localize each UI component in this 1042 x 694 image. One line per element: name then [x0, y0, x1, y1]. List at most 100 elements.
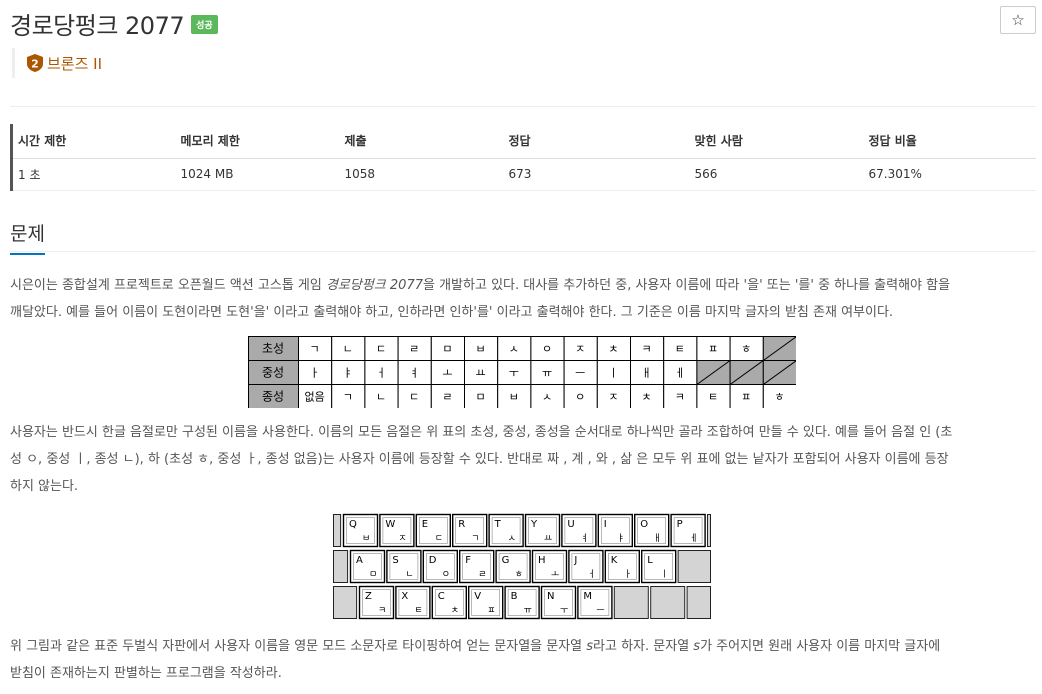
key-english-letter: F: [465, 555, 471, 566]
jamo-letter: ㄹ: [409, 343, 419, 356]
keyboard-filler-key: [686, 586, 712, 619]
jamo-letter: ㄱ: [343, 391, 353, 404]
status-badge: 성공: [191, 14, 218, 34]
key-korean-letter: ㅠ: [524, 606, 532, 616]
key-english-letter: C: [438, 591, 445, 602]
header-accepted: 정답: [503, 124, 690, 159]
key-korean-letter: ㅊ: [451, 606, 459, 616]
key-english-letter: M: [583, 591, 592, 602]
jamo-letter: ㅍ: [741, 391, 751, 404]
paragraph-line: 위 그림과 같은 표준 두벌식 자판에서 사용자 이름을 영문 모드 소문자로 …: [10, 633, 1036, 660]
key-korean-letter: ㅔ: [690, 533, 698, 544]
problem-paragraph-3: 위 그림과 같은 표준 두벌식 자판에서 사용자 이름을 영문 모드 소문자로 …: [10, 633, 1036, 687]
key-korean-letter: ㄹ: [478, 570, 486, 580]
jamo-letter: ㄷ: [409, 391, 419, 404]
jamo-row-label: 초성: [262, 342, 284, 356]
jamo-letter: ㅠ: [542, 367, 552, 380]
keyboard-filler-key: [613, 586, 649, 619]
jamo-table-svg: 초성 ㄱㄴㄷㄹㅁㅂㅅㅇㅈㅊㅋㅌㅍㅎ중성 ㅏㅑㅓㅕㅗㅛㅜㅠㅡㅣㅐㅔ종성 없음 ㄱㄴㄷㄹㅁㅂ…: [248, 336, 797, 409]
problem-info-table: 시간 제한 메모리 제한 제출 정답 맞힌 사람 정답 비율 1 초 1024 …: [10, 124, 1036, 191]
jamo-letter: ㄴ: [343, 343, 353, 356]
title-row: 경로당펑크 2077 성공: [10, 6, 218, 40]
jamo-letter: ㅓ: [376, 367, 386, 380]
key-english-letter: I: [604, 519, 607, 530]
key-korean-letter: ㅡ: [596, 606, 604, 616]
header-memory-limit: 메모리 제한: [175, 124, 340, 159]
key-korean-letter: ㅐ: [653, 533, 661, 544]
key-korean-letter: ㄱ: [471, 534, 479, 544]
jamo-letter: ㅋ: [675, 391, 685, 404]
header-solvers: 맞힌 사람: [689, 124, 864, 159]
star-button[interactable]: ☆: [1000, 6, 1036, 34]
problem-paragraph-1: 시은이는 종합설계 프로젝트로 오픈월드 액션 고스톱 게임 경로당펑크 207…: [10, 272, 1036, 326]
jamo-letter: ㄱ: [310, 343, 320, 356]
jamo-letter: ㅌ: [708, 391, 718, 404]
key-english-letter: P: [677, 519, 683, 530]
key-english-letter: V: [474, 591, 481, 602]
value-accept-ratio: 67.301%: [863, 158, 1036, 191]
value-accepted: 673: [503, 158, 690, 191]
jamo-letter: ㅅ: [509, 343, 519, 356]
key-english-letter: K: [611, 555, 618, 566]
value-submissions: 1058: [339, 158, 504, 191]
key-korean-letter: ㅍ: [487, 606, 495, 616]
jamo-letter: ㅐ: [642, 367, 652, 380]
key-korean-letter: ㅕ: [580, 533, 588, 544]
text-span: 라고 하자. 문자열: [593, 639, 694, 654]
tier-label[interactable]: 브론즈 II: [47, 53, 102, 74]
problem-section-header: 문제: [10, 216, 1036, 255]
info-value-row: 1 초 1024 MB 1058 673 566 67.301%: [11, 158, 1036, 191]
header-time-limit: 시간 제한: [11, 124, 176, 159]
paragraph-line: 시은이는 종합설계 프로젝트로 오픈월드 액션 고스톱 게임 경로당펑크 207…: [10, 272, 1036, 299]
key-korean-letter: ㅇ: [442, 570, 450, 580]
keyboard-svg: Qㅂ Wㅈ Eㄷ Rㄱ Tㅅ Yㅛ Uㅕ Iㅑ Oㅐ Pㅔ Aㅁ Sㄴ Dㅇ Fㄹ Gㅎ Hㅗ Jㅓ Kㅏ Lㅣ Zㅋ…: [333, 513, 712, 620]
key-korean-letter: ㅎ: [515, 570, 523, 580]
jamo-table: 초성 ㄱㄴㄷㄹㅁㅂㅅㅇㅈㅊㅋㅌㅍㅎ 중성 ㅏㅑㅓㅕㅗㅛㅜㅠㅡㅣㅐㅔ 종성 없음 ㄱㄴㄷㄹㅁㅂ…: [248, 336, 797, 409]
key-korean-letter: ㅓ: [587, 569, 595, 580]
key-english-letter: H: [538, 555, 546, 566]
jamo-letter: ㅕ: [409, 367, 419, 380]
star-icon: ☆: [1011, 11, 1025, 29]
key-korean-letter: ㅣ: [660, 570, 668, 580]
key-korean-letter: ㅗ: [551, 570, 559, 580]
key-korean-letter: ㅂ: [362, 534, 370, 544]
jamo-letter: ㅎ: [774, 391, 784, 404]
game-title: 경로당펑크 2077: [325, 278, 423, 293]
jamo-letter: ㅗ: [442, 367, 452, 380]
jamo-letter: ㅂ: [476, 343, 486, 356]
jamo-letter: ㅁ: [476, 391, 486, 404]
problem-paragraph-2: 사용자는 반드시 한글 음절로만 구성된 이름을 사용한다. 이름의 모든 음절…: [10, 419, 1036, 500]
section-title: 문제: [10, 219, 45, 255]
key-korean-letter: ㅅ: [508, 534, 516, 544]
key-korean-letter: ㄴ: [405, 570, 413, 580]
jamo-letter: ㅍ: [708, 343, 718, 356]
jamo-letter: ㅛ: [476, 367, 486, 380]
jamo-letter: ㅊ: [642, 391, 652, 404]
jamo-letter: ㅏ: [310, 367, 320, 380]
value-solvers: 566: [689, 158, 864, 191]
key-english-letter: Z: [365, 591, 372, 602]
jamo-letter: ㅌ: [675, 343, 685, 356]
paragraph-line: 성 ㅇ, 중성 ㅣ, 종성 ㄴ), 하 (초성 ㅎ, 중성 ㅏ, 종성 없음)는…: [10, 452, 949, 467]
jamo-letter: ㅣ: [608, 367, 618, 380]
key-english-letter: J: [573, 555, 577, 566]
text-span: 을 개발하고 있다. 대사를 추가하던 중, 사용자 이름에 따라 '을' 또는…: [423, 278, 951, 293]
keyboard-filler-key: [333, 586, 358, 619]
key-english-letter: L: [647, 555, 653, 566]
key-korean-letter: ㅜ: [560, 606, 568, 616]
divider: [10, 106, 1036, 107]
key-english-letter: W: [385, 519, 395, 530]
svg-text:2: 2: [31, 58, 39, 71]
keyboard-filler-key: [650, 586, 686, 619]
key-korean-letter: ㅋ: [378, 606, 386, 616]
problem-title: 경로당펑크 2077: [10, 11, 185, 40]
key-english-letter: S: [392, 555, 398, 566]
jamo-letter: ㅈ: [608, 391, 618, 404]
jamo-letter: ㅅ: [542, 391, 552, 404]
keyboard-filler-key: [333, 550, 349, 583]
jamo-row-label: 중성: [262, 366, 284, 380]
keyboard-filler-key: [333, 514, 342, 547]
key-english-letter: D: [429, 555, 437, 566]
jamo-letter: ㅋ: [642, 343, 652, 356]
key-english-letter: O: [640, 519, 648, 530]
